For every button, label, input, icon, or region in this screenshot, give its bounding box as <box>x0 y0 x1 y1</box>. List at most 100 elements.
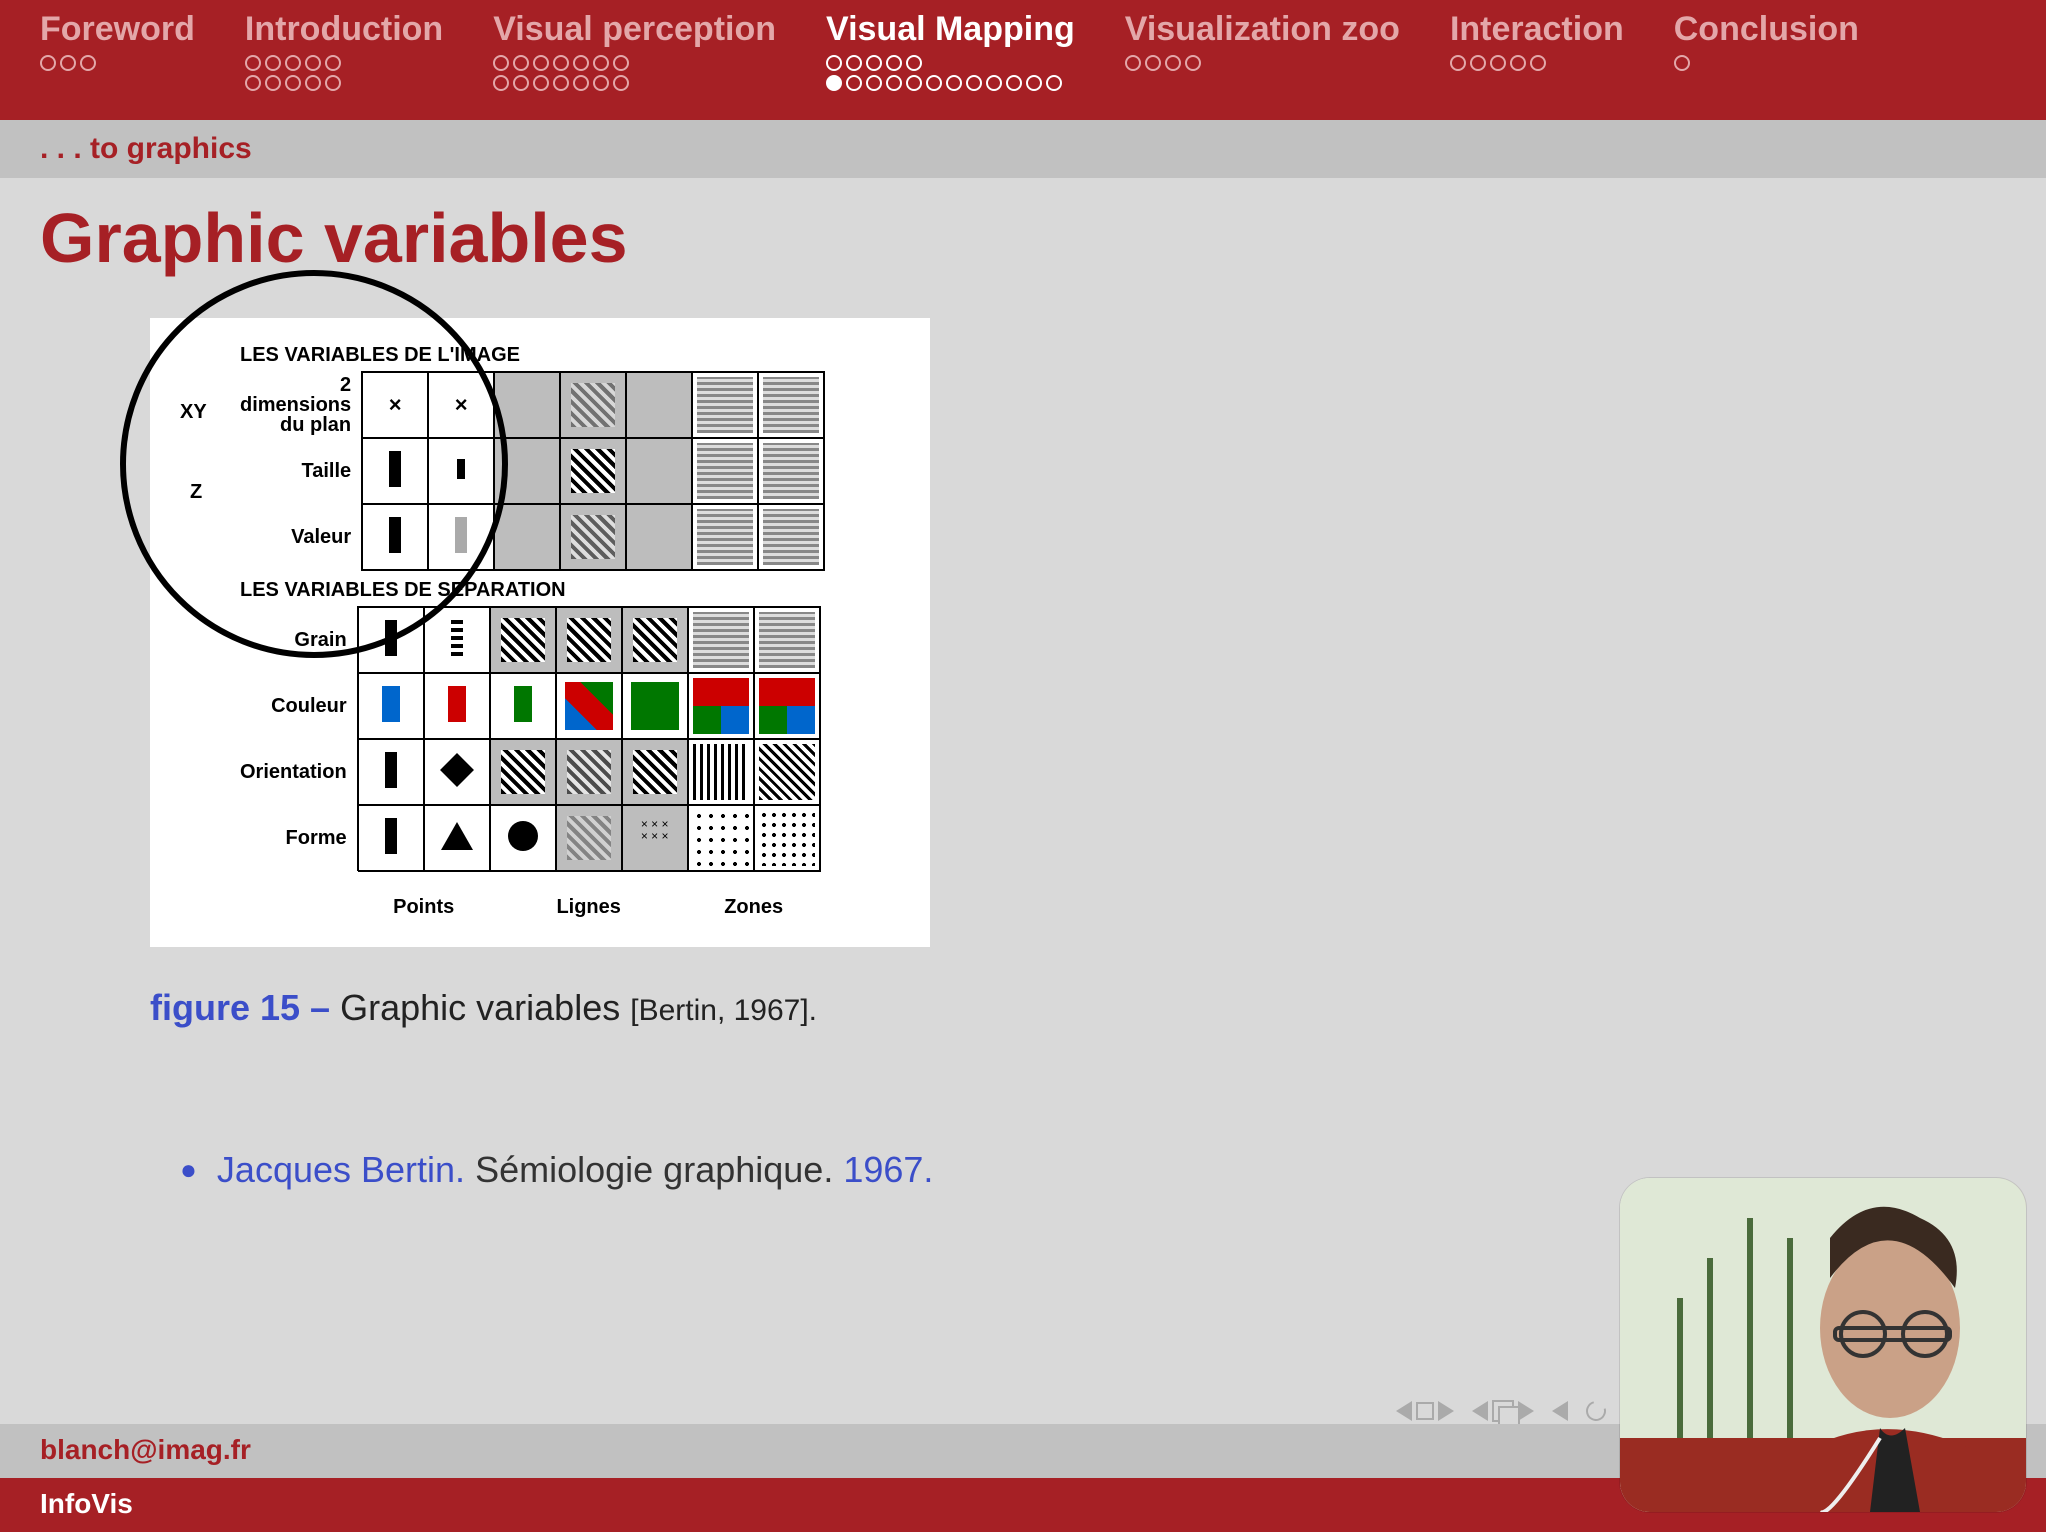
row-couleur: Couleur <box>240 673 358 739</box>
figure-xy-label: XY <box>180 401 207 424</box>
row-forme: Forme <box>240 805 358 871</box>
col-lignes: Lignes <box>490 871 688 937</box>
cell <box>358 607 424 673</box>
bullet-icon: ● <box>180 1154 197 1186</box>
cell: × <box>362 372 428 438</box>
reference-title: Sémiologie graphique. <box>475 1149 833 1190</box>
nav-progress-dots <box>493 55 776 91</box>
nav-visualization-zoo[interactable]: Visualization zoo <box>1125 10 1400 71</box>
cell <box>622 607 688 673</box>
row-orientation: Orientation <box>240 739 358 805</box>
cell <box>754 805 820 871</box>
cell <box>688 805 754 871</box>
cell <box>622 673 688 739</box>
row-taille: Taille <box>240 438 362 504</box>
cell: × <box>428 372 494 438</box>
bertin-table: 2 dimensions du plan × × Taille <box>240 371 825 571</box>
cell <box>556 739 622 805</box>
cell <box>754 607 820 673</box>
breadcrumb-subheader: . . . to graphics <box>0 120 2046 178</box>
nav-progress-dots <box>1450 55 1624 71</box>
nav-replay-icon[interactable] <box>1582 1397 1609 1424</box>
cell <box>556 673 622 739</box>
cell <box>560 504 626 570</box>
cell <box>626 504 692 570</box>
row-valeur: Valeur <box>240 504 362 570</box>
nav-label: Visual perception <box>493 10 776 49</box>
cell <box>358 739 424 805</box>
cell <box>560 438 626 504</box>
col-zones: Zones <box>688 871 820 937</box>
nav-visual-perception[interactable]: Visual perception <box>493 10 776 91</box>
nav-prev-section[interactable] <box>1552 1401 1568 1421</box>
cell <box>692 372 758 438</box>
cell <box>758 438 824 504</box>
figure-caption: figure 15 – Graphic variables [Bertin, 1… <box>150 987 2006 1029</box>
nav-progress-dots <box>1125 55 1400 71</box>
nav-progress-dots <box>245 55 443 91</box>
cell <box>754 739 820 805</box>
figure-z-label: Z <box>190 481 202 504</box>
nav-conclusion[interactable]: Conclusion <box>1674 10 1859 71</box>
nav-progress-dots <box>40 55 195 71</box>
bertin-figure-area: LES VARIABLES DE L'IMAGE XY Z 2 dimensio… <box>150 318 930 947</box>
cell <box>622 739 688 805</box>
cell <box>358 673 424 739</box>
cell <box>692 438 758 504</box>
cell <box>494 504 560 570</box>
nav-label: Introduction <box>245 10 443 49</box>
cell <box>490 607 556 673</box>
cell <box>626 372 692 438</box>
caption-citation: [Bertin, 1967]. <box>630 994 817 1027</box>
nav-foreword[interactable]: Foreword <box>40 10 195 71</box>
nav-prev-frame[interactable] <box>1472 1400 1534 1422</box>
top-navigation: Foreword Introduction Visual perception … <box>0 0 2046 120</box>
reference-year: 1967. <box>843 1149 933 1190</box>
slide-content: Graphic variables LES VARIABLES DE L'IMA… <box>0 178 2046 1191</box>
cell <box>556 805 622 871</box>
cell <box>424 805 490 871</box>
cell <box>754 673 820 739</box>
nav-label: Conclusion <box>1674 10 1859 49</box>
nav-label: Visualization zoo <box>1125 10 1400 49</box>
cell <box>688 739 754 805</box>
reference-author: Jacques Bertin. <box>217 1149 465 1190</box>
cell <box>688 673 754 739</box>
cell <box>428 504 494 570</box>
nav-progress-dots <box>1674 55 1859 71</box>
page-title: Graphic variables <box>40 198 2006 278</box>
cell <box>494 372 560 438</box>
webcam-overlay <box>1620 1178 2026 1512</box>
cell <box>428 438 494 504</box>
cell <box>362 438 428 504</box>
col-footer: Points Lignes Zones <box>240 871 820 937</box>
nav-introduction[interactable]: Introduction <box>245 10 443 91</box>
cell <box>692 504 758 570</box>
cell <box>358 805 424 871</box>
nav-interaction[interactable]: Interaction <box>1450 10 1624 71</box>
cell <box>758 504 824 570</box>
cell <box>688 607 754 673</box>
nav-prev-slide[interactable] <box>1396 1401 1454 1421</box>
cell <box>626 438 692 504</box>
col-points: Points <box>358 871 490 937</box>
caption-label: figure 15 – <box>150 987 330 1028</box>
cell <box>560 372 626 438</box>
caption-text: Graphic variables <box>340 987 620 1028</box>
cell <box>758 372 824 438</box>
bertin-table-2: Grain Couleur <box>240 606 821 937</box>
nav-label: Foreword <box>40 10 195 49</box>
cell <box>556 607 622 673</box>
cell <box>490 673 556 739</box>
cell <box>362 504 428 570</box>
figure-heading-sep: LES VARIABLES DE SEPARATION <box>240 579 920 602</box>
slide-nav-controls <box>1396 1400 1606 1422</box>
nav-progress-dots <box>826 55 1075 91</box>
row-grain: Grain <box>240 607 358 673</box>
row-xy-desc: 2 dimensions du plan <box>240 372 362 438</box>
nav-visual-mapping[interactable]: Visual Mapping <box>826 10 1075 91</box>
cell <box>490 739 556 805</box>
bertin-figure: LES VARIABLES DE L'IMAGE XY Z 2 dimensio… <box>150 318 930 947</box>
cell: × × ×× × × <box>622 805 688 871</box>
cell <box>424 607 490 673</box>
